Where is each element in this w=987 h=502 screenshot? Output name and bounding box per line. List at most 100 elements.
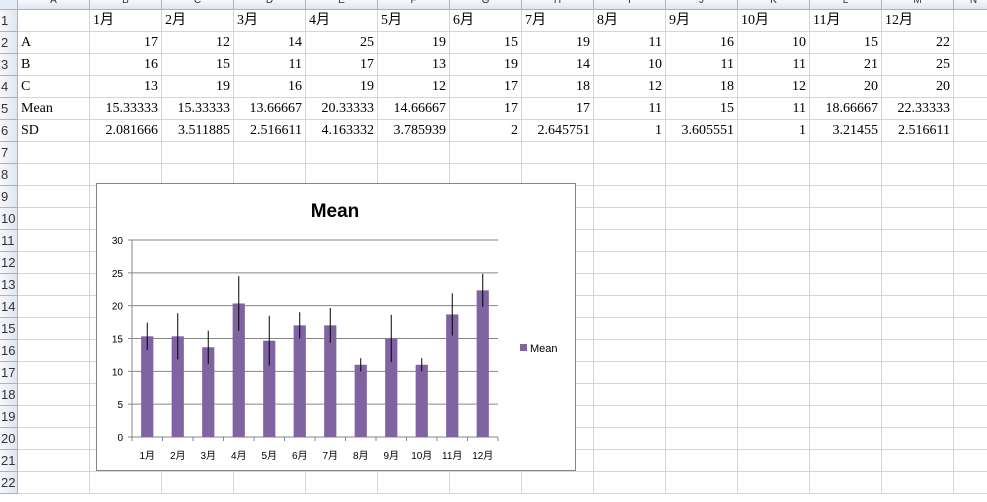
cell-h4[interactable]: 18 bbox=[522, 76, 594, 98]
cell[interactable] bbox=[954, 76, 987, 98]
cell-m2[interactable]: 22 bbox=[882, 32, 954, 54]
cell[interactable] bbox=[594, 296, 666, 318]
cell-j4[interactable]: 18 bbox=[666, 76, 738, 98]
cell[interactable] bbox=[738, 362, 810, 384]
cell[interactable] bbox=[738, 274, 810, 296]
cell[interactable] bbox=[594, 230, 666, 252]
cell-l4[interactable]: 20 bbox=[810, 76, 882, 98]
cell-j1[interactable]: 9月 bbox=[666, 10, 738, 32]
cell[interactable] bbox=[738, 186, 810, 208]
cell[interactable] bbox=[882, 252, 954, 274]
cell-g5[interactable]: 17 bbox=[450, 98, 522, 120]
cell-g1[interactable]: 6月 bbox=[450, 10, 522, 32]
cell[interactable] bbox=[954, 340, 987, 362]
cell-f4[interactable]: 12 bbox=[378, 76, 450, 98]
cell[interactable] bbox=[738, 296, 810, 318]
cell[interactable] bbox=[594, 164, 666, 186]
cell[interactable] bbox=[18, 428, 90, 450]
cell[interactable] bbox=[666, 384, 738, 406]
cell[interactable] bbox=[738, 428, 810, 450]
cell[interactable] bbox=[738, 406, 810, 428]
cell-j6[interactable]: 3.605551 bbox=[666, 120, 738, 142]
cell[interactable] bbox=[18, 318, 90, 340]
cell-i6[interactable]: 1 bbox=[594, 120, 666, 142]
cell[interactable] bbox=[306, 142, 378, 164]
row-header-17[interactable]: 17 bbox=[0, 362, 18, 384]
cell[interactable] bbox=[738, 252, 810, 274]
cell[interactable] bbox=[666, 230, 738, 252]
column-header-e[interactable]: E bbox=[306, 0, 378, 10]
cell-g6[interactable]: 2 bbox=[450, 120, 522, 142]
cell[interactable] bbox=[18, 450, 90, 472]
cell-f3[interactable]: 13 bbox=[378, 54, 450, 76]
cell[interactable] bbox=[594, 406, 666, 428]
cell[interactable] bbox=[954, 120, 987, 142]
cell[interactable] bbox=[666, 252, 738, 274]
row-header-16[interactable]: 16 bbox=[0, 340, 18, 362]
cell[interactable] bbox=[306, 472, 378, 494]
cell-d1[interactable]: 3月 bbox=[234, 10, 306, 32]
cell[interactable] bbox=[954, 384, 987, 406]
cell-f2[interactable]: 19 bbox=[378, 32, 450, 54]
cell[interactable] bbox=[162, 472, 234, 494]
cell-h6[interactable]: 2.645751 bbox=[522, 120, 594, 142]
cell-l5[interactable]: 18.66667 bbox=[810, 98, 882, 120]
cell[interactable] bbox=[594, 450, 666, 472]
cell[interactable] bbox=[954, 406, 987, 428]
cell[interactable] bbox=[810, 362, 882, 384]
cell-j3[interactable]: 11 bbox=[666, 54, 738, 76]
cell-d3[interactable]: 11 bbox=[234, 54, 306, 76]
cell-c2[interactable]: 12 bbox=[162, 32, 234, 54]
column-header-c[interactable]: C bbox=[162, 0, 234, 10]
cell[interactable] bbox=[954, 32, 987, 54]
cell-k2[interactable]: 10 bbox=[738, 32, 810, 54]
column-header-n[interactable]: N bbox=[954, 0, 987, 10]
cell-m1[interactable]: 12月 bbox=[882, 10, 954, 32]
cell-c5[interactable]: 15.33333 bbox=[162, 98, 234, 120]
cell[interactable] bbox=[738, 450, 810, 472]
cell-h1[interactable]: 7月 bbox=[522, 10, 594, 32]
cell[interactable] bbox=[810, 428, 882, 450]
column-header-h[interactable]: H bbox=[522, 0, 594, 10]
cell-d4[interactable]: 16 bbox=[234, 76, 306, 98]
cell-k6[interactable]: 1 bbox=[738, 120, 810, 142]
cell[interactable] bbox=[18, 406, 90, 428]
cell[interactable] bbox=[810, 450, 882, 472]
cell-b1[interactable]: 1月 bbox=[90, 10, 162, 32]
cell-k1[interactable]: 10月 bbox=[738, 10, 810, 32]
cell[interactable] bbox=[18, 142, 90, 164]
cell[interactable] bbox=[666, 164, 738, 186]
cell-j2[interactable]: 16 bbox=[666, 32, 738, 54]
cell[interactable] bbox=[954, 450, 987, 472]
cell[interactable] bbox=[810, 406, 882, 428]
select-all-corner[interactable] bbox=[0, 0, 18, 10]
cell[interactable] bbox=[882, 340, 954, 362]
cell-i3[interactable]: 10 bbox=[594, 54, 666, 76]
cell[interactable] bbox=[954, 10, 987, 32]
row-header-21[interactable]: 21 bbox=[0, 450, 18, 472]
column-header-l[interactable]: L bbox=[810, 0, 882, 10]
cell[interactable] bbox=[738, 164, 810, 186]
cell[interactable] bbox=[882, 472, 954, 494]
cell-h3[interactable]: 14 bbox=[522, 54, 594, 76]
cell[interactable] bbox=[810, 384, 882, 406]
cell[interactable] bbox=[594, 472, 666, 494]
row-header-12[interactable]: 12 bbox=[0, 252, 18, 274]
cell[interactable] bbox=[882, 142, 954, 164]
cell[interactable] bbox=[738, 340, 810, 362]
cell[interactable] bbox=[810, 252, 882, 274]
cell[interactable] bbox=[810, 296, 882, 318]
cell-e6[interactable]: 4.163332 bbox=[306, 120, 378, 142]
cell[interactable] bbox=[810, 318, 882, 340]
cell-a3[interactable]: B bbox=[18, 54, 90, 76]
cell-e4[interactable]: 19 bbox=[306, 76, 378, 98]
column-header-g[interactable]: G bbox=[450, 0, 522, 10]
row-header-18[interactable]: 18 bbox=[0, 384, 18, 406]
row-header-22[interactable]: 22 bbox=[0, 472, 18, 494]
cell[interactable] bbox=[234, 142, 306, 164]
cell-l1[interactable]: 11月 bbox=[810, 10, 882, 32]
cell-c1[interactable]: 2月 bbox=[162, 10, 234, 32]
cell[interactable] bbox=[882, 296, 954, 318]
cell-l3[interactable]: 21 bbox=[810, 54, 882, 76]
cell-k3[interactable]: 11 bbox=[738, 54, 810, 76]
